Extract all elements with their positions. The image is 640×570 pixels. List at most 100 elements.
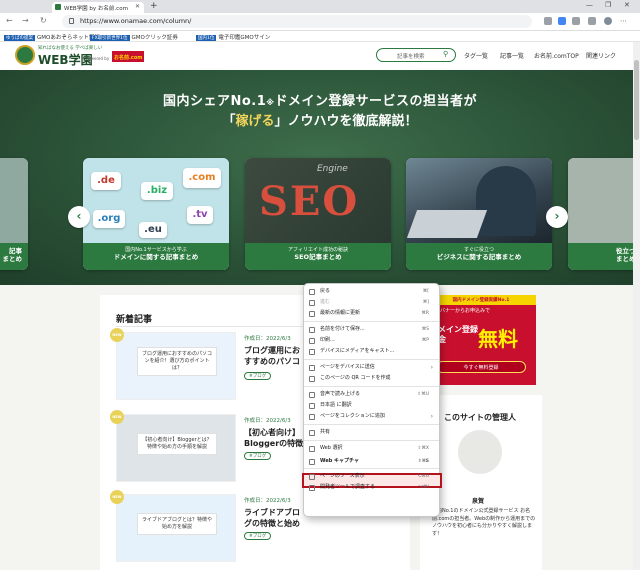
logo-name[interactable]: WEB学園 xyxy=(38,51,93,68)
menu-item-label: 音声で読み上げる xyxy=(320,391,361,397)
menu-item-web-select[interactable]: Web 選択 ⇧⌘X xyxy=(304,443,439,454)
promo-top: 国内ドメイン登録実績No.1 xyxy=(426,295,536,305)
nav-related-links[interactable]: 関連リンク xyxy=(586,51,616,60)
carousel-card-business[interactable]: すぐに役立つ ビジネスに関する記事まとめ xyxy=(406,158,552,270)
promo-banner[interactable]: 国内ドメイン登録実績No.1 このバナーからお申込みで ドメイン登録料金 無料 … xyxy=(426,295,536,385)
back-icon[interactable]: ← xyxy=(6,16,13,25)
menu-item-collection[interactable]: ページをコレクションに追加 › xyxy=(304,411,439,422)
menu-item-share[interactable]: 共有 xyxy=(304,427,439,438)
browser-tab[interactable]: WEB学園 by お名前.com ✕ xyxy=(52,2,144,13)
article-thumbnail[interactable]: ブログ運用におすすめのパソコンを紹介！選び方のポイントは？ xyxy=(116,332,236,400)
menu-item-label: ページをデバイスに送信 xyxy=(320,364,375,370)
menu-separator xyxy=(304,359,439,360)
forward-icon[interactable]: → xyxy=(22,16,29,25)
seo-engine-text: Engine xyxy=(317,164,348,174)
article-date: 作成日：2022/6/3 xyxy=(244,498,291,504)
article-thumbnail[interactable]: 【初心者向け】Bloggerとは？特徴や始め方の手順を解説 xyxy=(116,414,236,482)
menu-item-label: ページのソース表示 xyxy=(320,473,365,479)
carousel-next-button[interactable]: › xyxy=(546,206,568,228)
menu-item-cast[interactable]: デバイスにメディアをキャスト... xyxy=(304,346,439,357)
more-menu-icon[interactable]: ⋯ xyxy=(620,17,628,25)
menu-item-label: 戻る xyxy=(320,288,331,294)
menu-shortcut: ⌥⌘U xyxy=(416,474,429,479)
page-scrollbar-thumb[interactable] xyxy=(634,60,639,140)
admin-description: 国内No.1のドメイン公式登録サービス お名前.comの担当者。Webの制作から… xyxy=(432,508,536,537)
carousel-card-seo[interactable]: Engine SEO アフィリエイト成功の秘訣 SEO記事まとめ xyxy=(245,158,391,270)
menu-item-label: Web 選択 xyxy=(320,445,343,451)
nav-article-list[interactable]: 記事一覧 xyxy=(500,51,524,60)
article-title[interactable]: ライブドアブログの特徴と始め方を解説 xyxy=(244,508,304,530)
promo-register-button[interactable]: 今すぐ無料登録 xyxy=(436,361,526,373)
menu-item-qr-code[interactable]: このページの QR コードを作成 xyxy=(304,373,439,384)
menu-item-label: 印刷... xyxy=(320,337,335,343)
bookmark-item[interactable]: 国内1位 電子印鑑GMOサイン xyxy=(196,33,270,41)
tab-close-icon[interactable]: ✕ xyxy=(135,3,140,10)
menu-item-refresh[interactable]: 最新の情報に更新 ⌘R xyxy=(304,308,439,319)
cast-icon xyxy=(309,349,315,355)
extension-icon[interactable] xyxy=(558,17,566,25)
minimize-icon[interactable]: — xyxy=(586,1,593,9)
bookmark-item[interactable]: ゆうぱの提案 GMOあおぞらネット銀行 xyxy=(4,33,100,41)
menu-separator xyxy=(304,321,439,322)
menu-item-read-aloud[interactable]: 音声で読み上げる ⇧⌘U xyxy=(304,389,439,400)
carousel-card-domain[interactable]: .de .biz .com .org .eu .tv 国内No.1サービスから学… xyxy=(83,158,229,270)
hero-headline-2: 「稼げる」ノウハウを徹底解説！ xyxy=(222,114,418,129)
read-aloud-icon[interactable] xyxy=(544,17,552,25)
lock-icon xyxy=(69,18,74,24)
menu-item-devtools[interactable]: 開発者ツールで調査する ⌥⌘I xyxy=(304,482,439,493)
menu-item-save[interactable]: 名前を付けて保存... ⌘S xyxy=(304,324,439,335)
menu-shortcut: ⌘S xyxy=(421,327,429,332)
hero-headline-1: 国内シェアNo.1※ドメイン登録サービスの担当者が xyxy=(162,94,478,109)
menu-item-forward[interactable]: 進む ⌘] xyxy=(304,297,439,308)
carousel-card-peek-right[interactable]: 役立つ情報まとめ xyxy=(568,158,640,270)
menu-item-label: このページの QR コードを作成 xyxy=(320,375,391,381)
article-date: 作成日：2022/6/3 xyxy=(244,418,291,424)
favorites-icon[interactable] xyxy=(572,17,580,25)
refresh-icon xyxy=(309,311,315,317)
search-icon[interactable]: ⚲ xyxy=(443,50,448,58)
menu-item-label: 最新の情報に更新 xyxy=(320,310,361,316)
menu-item-translate[interactable]: 日本語 に翻訳 xyxy=(304,400,439,411)
article-title[interactable]: 【初心者向け】Bloggerの特徴と手順を解説 xyxy=(244,428,304,450)
nav-tag-list[interactable]: タグ一覧 xyxy=(464,51,488,60)
view-source-icon xyxy=(309,474,315,480)
read-aloud-icon xyxy=(309,392,315,398)
menu-shortcut: ⌥⌘I xyxy=(417,485,429,490)
article-thumbnail[interactable]: ライブドアブログとは？特徴や始め方を解説 xyxy=(116,494,236,562)
url-text: https://www.onamae.com/column/ xyxy=(80,17,192,25)
menu-item-label: デバイスにメディアをキャスト... xyxy=(320,348,395,354)
carousel-prev-button[interactable]: ‹ xyxy=(68,206,90,228)
menu-item-print[interactable]: 印刷... ⌘P xyxy=(304,335,439,346)
menu-shortcut: ⌘] xyxy=(422,300,429,305)
menu-item-label: 共有 xyxy=(320,429,331,435)
article-tag[interactable]: #ブログ xyxy=(244,452,272,460)
maximize-icon[interactable]: ❐ xyxy=(605,1,611,9)
article-title[interactable]: ブログ運用におすすめのパソコン選び方のポイントは？ xyxy=(244,346,304,368)
menu-item-label: 名前を付けて保存... xyxy=(320,326,365,332)
article-tag[interactable]: #ブログ xyxy=(244,532,272,540)
carousel-card-peek-left[interactable]: 記事 まとめ xyxy=(0,158,28,270)
brand-logo[interactable]: お名前.com xyxy=(112,51,144,62)
new-badge: NEW xyxy=(110,328,124,342)
article-tag[interactable]: #ブログ xyxy=(244,372,272,380)
menu-item-label: 開発者ツールで調査する xyxy=(320,484,376,490)
menu-item-back[interactable]: 戻る ⌘[ xyxy=(304,286,439,297)
profile-avatar[interactable] xyxy=(604,17,612,25)
reload-icon[interactable]: ↻ xyxy=(40,16,47,25)
url-field[interactable]: https://www.onamae.com/column/ xyxy=(62,15,532,28)
menu-item-send-device[interactable]: ページをデバイスに送信 › xyxy=(304,362,439,373)
menu-item-label: Web キャプチャ xyxy=(320,458,359,464)
share-icon xyxy=(309,430,315,436)
logo-emblem-icon[interactable] xyxy=(15,45,35,65)
nav-onamae-top[interactable]: お名前.comTOP xyxy=(534,51,579,60)
new-tab-button[interactable]: + xyxy=(150,1,158,11)
menu-item-web-capture[interactable]: Web キャプチャ ⇧⌘S xyxy=(304,456,439,467)
bookmark-item[interactable]: FX取引新世界1位 GMOクリック証券 xyxy=(90,33,178,41)
window-close-icon[interactable]: ✕ xyxy=(624,1,630,9)
menu-item-view-source[interactable]: ページのソース表示 ⌥⌘U xyxy=(304,471,439,482)
collections-icon[interactable] xyxy=(588,17,596,25)
new-badge: NEW xyxy=(110,410,124,424)
chevron-right-icon: › xyxy=(430,364,433,371)
menu-shortcut: ⌘[ xyxy=(422,289,429,294)
menu-shortcut: ⌘P xyxy=(421,338,429,343)
